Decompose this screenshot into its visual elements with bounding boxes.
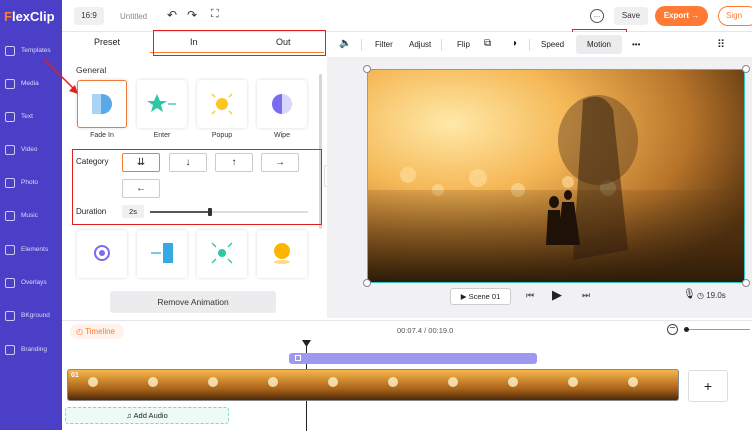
adjust-button[interactable]: Adjust [409, 40, 431, 49]
effect-rotate[interactable] [77, 230, 127, 278]
layer-icon [295, 355, 301, 361]
resize-handle[interactable] [363, 65, 371, 73]
effect-zoom[interactable] [197, 230, 247, 278]
zoom-icon [211, 242, 233, 264]
resize-handle[interactable] [742, 65, 750, 73]
effect-bounce[interactable] [257, 230, 307, 278]
total-duration: 19.0s [706, 291, 726, 300]
effect-wipe[interactable] [257, 80, 307, 128]
timeline-label: ◴ Timeline [70, 324, 124, 339]
sidebar-item-video[interactable]: Video [0, 136, 62, 166]
elements-icon [5, 245, 15, 255]
add-clip-button[interactable]: + [688, 370, 728, 402]
wipe-icon [272, 94, 292, 114]
slide-icon [151, 243, 173, 263]
sign-in-button[interactable]: Sign [718, 6, 752, 26]
add-audio-button[interactable]: ♫ Add Audio [65, 407, 229, 424]
effect-enter-label: Enter [153, 132, 171, 139]
tab-preset[interactable]: Preset [94, 37, 120, 47]
flip-button[interactable]: Flip [457, 40, 470, 49]
overlays-icon [5, 278, 15, 288]
zoom-out-icon[interactable]: − [667, 324, 678, 335]
category-duration-highlight [72, 149, 322, 225]
enter-star-icon [147, 94, 176, 112]
photo-icon [5, 178, 15, 188]
speed-button[interactable]: Speed [541, 40, 564, 49]
rotate-icon [94, 245, 110, 261]
animation-track-bar[interactable] [289, 353, 537, 364]
export-button[interactable]: Export → [655, 6, 708, 26]
timeline-time: 00:07.4 / 00:19.0 [397, 326, 454, 335]
music-icon [5, 211, 15, 221]
clock-icon: ◷ 19.0s [697, 291, 726, 300]
divider [441, 39, 442, 51]
clip-number: 01 [71, 372, 79, 379]
zoom-slider[interactable] [684, 327, 750, 332]
play-icon[interactable]: ▶ [552, 287, 562, 303]
save-button[interactable]: Save [614, 7, 648, 25]
resize-handle[interactable] [742, 279, 750, 287]
volume-icon[interactable]: 🔈 [339, 38, 351, 49]
sidebar-item-background[interactable]: BKground [0, 302, 62, 332]
previous-icon[interactable]: ⏮ [526, 290, 534, 301]
redo-icon[interactable]: ↷ [187, 8, 197, 22]
sidebar-item-photo[interactable]: Photo [0, 169, 62, 199]
add-audio-label: Add Audio [133, 411, 168, 420]
aspect-ratio-button[interactable]: 16:9 [74, 7, 104, 25]
motion-button[interactable]: Motion [576, 35, 622, 54]
video-preview[interactable] [367, 69, 745, 283]
branding-icon [5, 345, 15, 355]
annotation-arrow [43, 58, 78, 94]
effect-popup[interactable] [197, 80, 247, 128]
video-clip-track[interactable]: 01 [67, 369, 679, 401]
playhead-marker[interactable] [302, 340, 311, 347]
effect-enter[interactable] [137, 80, 187, 128]
sidebar-item-overlays[interactable]: Overlays [0, 269, 62, 299]
divider [529, 39, 530, 51]
zoom-slider-handle[interactable] [684, 327, 689, 332]
scene-selector[interactable]: ▶ Scene 01 [450, 288, 511, 305]
chat-icon[interactable]: … [590, 9, 604, 23]
resize-handle[interactable] [363, 279, 371, 287]
music-note-icon: ♫ [126, 411, 132, 420]
undo-icon[interactable]: ↶ [167, 8, 177, 22]
remove-animation-button[interactable]: Remove Animation [110, 291, 276, 313]
microphone-icon[interactable]: 🎙 [683, 289, 696, 300]
templates-icon [5, 46, 15, 56]
flexclip-logo[interactable]: FlexClip [4, 9, 55, 24]
crop-icon[interactable]: ⧉ [484, 38, 491, 49]
effect-fade-in-label: Fade In [90, 132, 114, 139]
video-icon [5, 145, 15, 155]
effect-popup-label: Popup [211, 132, 233, 139]
popup-icon [211, 93, 233, 115]
grid-icon[interactable]: ⠿ [717, 38, 725, 51]
next-icon[interactable]: ⏭ [582, 290, 590, 301]
text-icon [5, 112, 15, 122]
sidebar-item-music[interactable]: Music [0, 202, 62, 232]
media-icon [5, 79, 15, 89]
effect-wipe-label: Wipe [274, 132, 290, 139]
background-icon [5, 311, 15, 321]
effect-slide[interactable] [137, 230, 187, 278]
color-icon[interactable]: ◑ [511, 38, 517, 49]
filter-button[interactable]: Filter [375, 40, 393, 49]
divider [361, 39, 362, 51]
sidebar-item-branding[interactable]: Branding [0, 336, 62, 366]
top-bar: 16:9 Untitled ↶ ↷ ⛶ … Save Export → Sign [62, 0, 752, 32]
edit-toolbar: 🔈 Filter Adjust Flip ⧉ ◑ Speed Motion ••… [327, 32, 752, 58]
more-options-icon[interactable]: ••• [632, 40, 640, 49]
in-out-tabs-highlight [153, 30, 326, 56]
bounce-icon [274, 243, 290, 264]
sidebar-item-elements[interactable]: Elements [0, 236, 62, 266]
fullscreen-icon[interactable]: ⛶ [211, 8, 219, 21]
sidebar-item-text[interactable]: Text [0, 103, 62, 133]
project-title[interactable]: Untitled [120, 12, 147, 21]
wedding-scene-image [368, 70, 744, 282]
clip-thumbnails [68, 370, 678, 400]
